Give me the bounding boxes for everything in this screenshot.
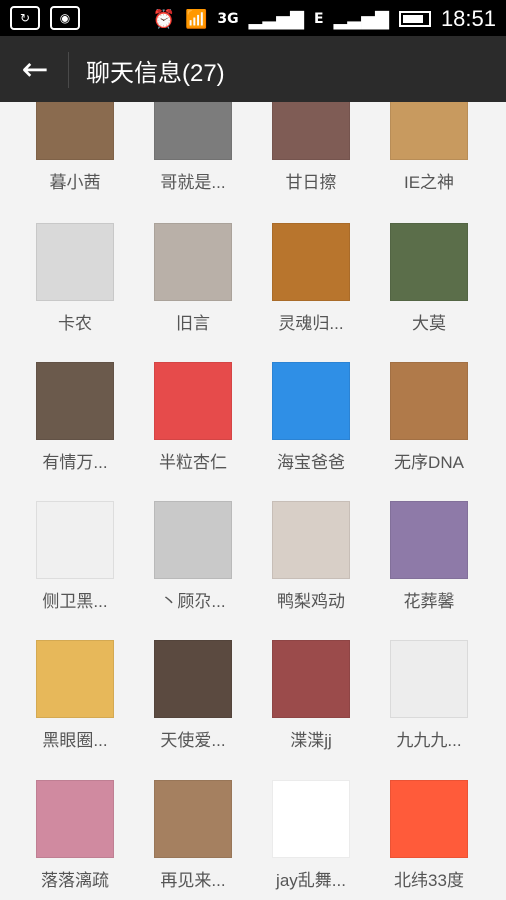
member-item[interactable]: 卡农 bbox=[16, 223, 134, 334]
member-item[interactable]: 鸭梨鸡动 bbox=[252, 501, 370, 612]
e-icon: E bbox=[313, 11, 324, 27]
member-grid: 暮小茜 哥就是... 甘日擦 IE之神卡农 旧言 灵魂归... 大莫有情万... 半粒杏仁 海宝… bbox=[0, 102, 506, 900]
member-name: 再见来... bbox=[160, 871, 226, 890]
member-name: IE之神 bbox=[403, 173, 455, 192]
alarm-clock-icon: ⏰ bbox=[152, 8, 175, 30]
avatar[interactable] bbox=[36, 640, 114, 718]
member-name: 灵魂归... bbox=[278, 314, 344, 333]
status-right: ⏰ 📶 3G ▂▃▅▇ E ▂▃▅▇ 18:51 bbox=[153, 6, 496, 32]
member-name: 海宝爸爸 bbox=[277, 453, 345, 472]
member-item[interactable]: jay乱舞... bbox=[252, 780, 370, 891]
member-name: 半粒杏仁 bbox=[159, 453, 227, 472]
avatar[interactable] bbox=[36, 102, 114, 160]
member-item[interactable]: 有情万... bbox=[16, 362, 134, 473]
member-name: 侧卫黑... bbox=[42, 592, 108, 611]
avatar[interactable] bbox=[36, 362, 114, 440]
status-left: ↻ ◉ bbox=[10, 6, 80, 30]
member-item[interactable]: IE之神 bbox=[370, 102, 488, 193]
status-time: 18:51 bbox=[440, 6, 496, 31]
avatar[interactable] bbox=[390, 102, 468, 160]
avatar[interactable] bbox=[154, 223, 232, 301]
avatar[interactable] bbox=[390, 362, 468, 440]
member-item[interactable]: 旧言 bbox=[134, 223, 252, 334]
wifi-icon: 📶 bbox=[184, 8, 208, 30]
avatar[interactable] bbox=[272, 102, 350, 160]
avatar[interactable] bbox=[36, 780, 114, 858]
avatar[interactable] bbox=[390, 223, 468, 301]
member-item[interactable]: 灵魂归... bbox=[252, 223, 370, 334]
member-name: 旧言 bbox=[176, 314, 210, 333]
avatar[interactable] bbox=[272, 223, 350, 301]
avatar[interactable] bbox=[272, 362, 350, 440]
avatar[interactable] bbox=[154, 102, 232, 160]
member-item[interactable]: 再见来... bbox=[134, 780, 252, 891]
member-item[interactable]: 九九九... bbox=[370, 640, 488, 751]
avatar[interactable] bbox=[390, 640, 468, 718]
member-name: 北纬33度 bbox=[394, 871, 464, 890]
member-item[interactable]: 暮小茜 bbox=[16, 102, 134, 193]
avatar[interactable] bbox=[390, 501, 468, 579]
page-title: 聊天信息(27) bbox=[86, 60, 225, 87]
member-item[interactable]: 海宝爸爸 bbox=[252, 362, 370, 473]
avatar[interactable] bbox=[36, 501, 114, 579]
member-name: jay乱舞... bbox=[276, 871, 346, 890]
member-item[interactable]: 大莫 bbox=[370, 223, 488, 334]
member-item[interactable]: 半粒杏仁 bbox=[134, 362, 252, 473]
member-item[interactable]: 甘日擦 bbox=[252, 102, 370, 193]
member-item[interactable]: 无序DNA bbox=[370, 362, 488, 473]
member-item[interactable]: 天使爱... bbox=[134, 640, 252, 751]
member-name: 有情万... bbox=[42, 453, 108, 472]
shield-icon: ◉ bbox=[50, 6, 80, 30]
avatar[interactable] bbox=[154, 640, 232, 718]
avatar[interactable] bbox=[272, 640, 350, 718]
member-name: 落落漓疏 bbox=[41, 871, 109, 890]
divider bbox=[68, 52, 69, 88]
battery-icon bbox=[398, 11, 431, 27]
member-name: 无序DNA bbox=[394, 453, 464, 472]
member-name: 鸭梨鸡动 bbox=[277, 592, 345, 611]
arrow-left-icon: ← bbox=[21, 50, 49, 88]
avatar[interactable] bbox=[272, 780, 350, 858]
back-button[interactable]: ← bbox=[18, 52, 52, 86]
member-item[interactable]: 渫渫jj bbox=[252, 640, 370, 751]
member-name: 哥就是... bbox=[160, 173, 226, 192]
signal-icon: ▂▃▅▇ bbox=[248, 8, 304, 30]
status-bar: ↻ ◉ ⏰ 📶 3G ▂▃▅▇ E ▂▃▅▇ 18:51 bbox=[0, 0, 506, 36]
member-name: 甘日擦 bbox=[285, 173, 337, 192]
member-item[interactable]: 北纬33度 bbox=[370, 780, 488, 891]
member-name: 黑眼圈... bbox=[42, 731, 108, 750]
member-name: 九九九... bbox=[396, 731, 462, 750]
member-name: 丶顾尕... bbox=[160, 592, 226, 611]
member-item[interactable]: 落落漓疏 bbox=[16, 780, 134, 891]
sync-icon: ↻ bbox=[10, 6, 40, 30]
member-name: 天使爱... bbox=[160, 731, 226, 750]
avatar[interactable] bbox=[154, 362, 232, 440]
signal-icon: ▂▃▅▇ bbox=[333, 8, 389, 30]
member-item[interactable]: 哥就是... bbox=[134, 102, 252, 193]
member-name: 花葬馨 bbox=[403, 592, 455, 611]
avatar[interactable] bbox=[390, 780, 468, 858]
member-name: 大莫 bbox=[412, 314, 446, 333]
member-name: 暮小茜 bbox=[49, 173, 101, 192]
avatar[interactable] bbox=[36, 223, 114, 301]
member-item[interactable]: 黑眼圈... bbox=[16, 640, 134, 751]
member-item[interactable]: 侧卫黑... bbox=[16, 501, 134, 612]
avatar[interactable] bbox=[154, 780, 232, 858]
action-bar: ← 聊天信息(27) bbox=[0, 36, 506, 102]
member-name: 渫渫jj bbox=[290, 731, 332, 750]
3g-icon: 3G bbox=[217, 11, 239, 27]
member-item[interactable]: 丶顾尕... bbox=[134, 501, 252, 612]
avatar[interactable] bbox=[154, 501, 232, 579]
member-name: 卡农 bbox=[58, 314, 92, 333]
avatar[interactable] bbox=[272, 501, 350, 579]
member-item[interactable]: 花葬馨 bbox=[370, 501, 488, 612]
